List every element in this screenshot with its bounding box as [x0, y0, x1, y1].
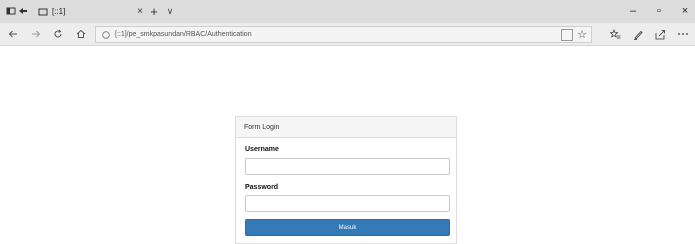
maximize-button[interactable]: ▫	[651, 3, 667, 19]
star-icon[interactable]: ☆	[575, 27, 589, 41]
page-icon	[36, 5, 50, 19]
close-tab-icon[interactable]: ×	[134, 6, 146, 18]
info-icon[interactable]	[100, 29, 112, 41]
home-icon[interactable]	[74, 27, 88, 41]
back-arrow-icon[interactable]	[6, 27, 20, 41]
more-icon[interactable]	[676, 27, 690, 41]
address-bar[interactable]: [::1]/pe_smkpasundan/RBAC/Authentication…	[95, 26, 592, 43]
browser-tab-bar: [::1] × + ∨ – ▫ ×	[0, 0, 695, 23]
chevron-down-icon[interactable]: ∨	[164, 4, 176, 18]
tab-title: [::1]	[52, 7, 66, 16]
browser-nav-bar: [::1]/pe_smkpasundan/RBAC/Authentication…	[0, 23, 695, 46]
new-tab-button[interactable]: +	[147, 4, 161, 19]
password-input[interactable]	[245, 195, 450, 212]
forward-arrow-icon[interactable]	[29, 27, 43, 41]
pen-icon[interactable]	[631, 27, 645, 41]
username-input[interactable]	[245, 158, 450, 175]
share-icon[interactable]	[653, 27, 667, 41]
browser-tab[interactable]: [::1] ×	[36, 2, 146, 21]
minimize-button[interactable]: –	[625, 3, 641, 19]
back-tabs-icon[interactable]	[16, 4, 30, 18]
password-label: Password	[245, 184, 279, 191]
close-window-button[interactable]: ×	[677, 3, 693, 19]
login-button[interactable]: Masuk	[245, 219, 450, 236]
favorites-hub-icon[interactable]	[608, 27, 622, 41]
reading-view-icon[interactable]	[561, 29, 573, 41]
refresh-icon[interactable]	[51, 27, 65, 41]
login-panel: Form Login Username Password Masuk	[235, 116, 457, 244]
url-text: [::1]/pe_smkpasundan/RBAC/Authentication	[115, 31, 252, 38]
username-label: Username	[245, 146, 279, 153]
panel-heading: Form Login	[236, 117, 456, 138]
